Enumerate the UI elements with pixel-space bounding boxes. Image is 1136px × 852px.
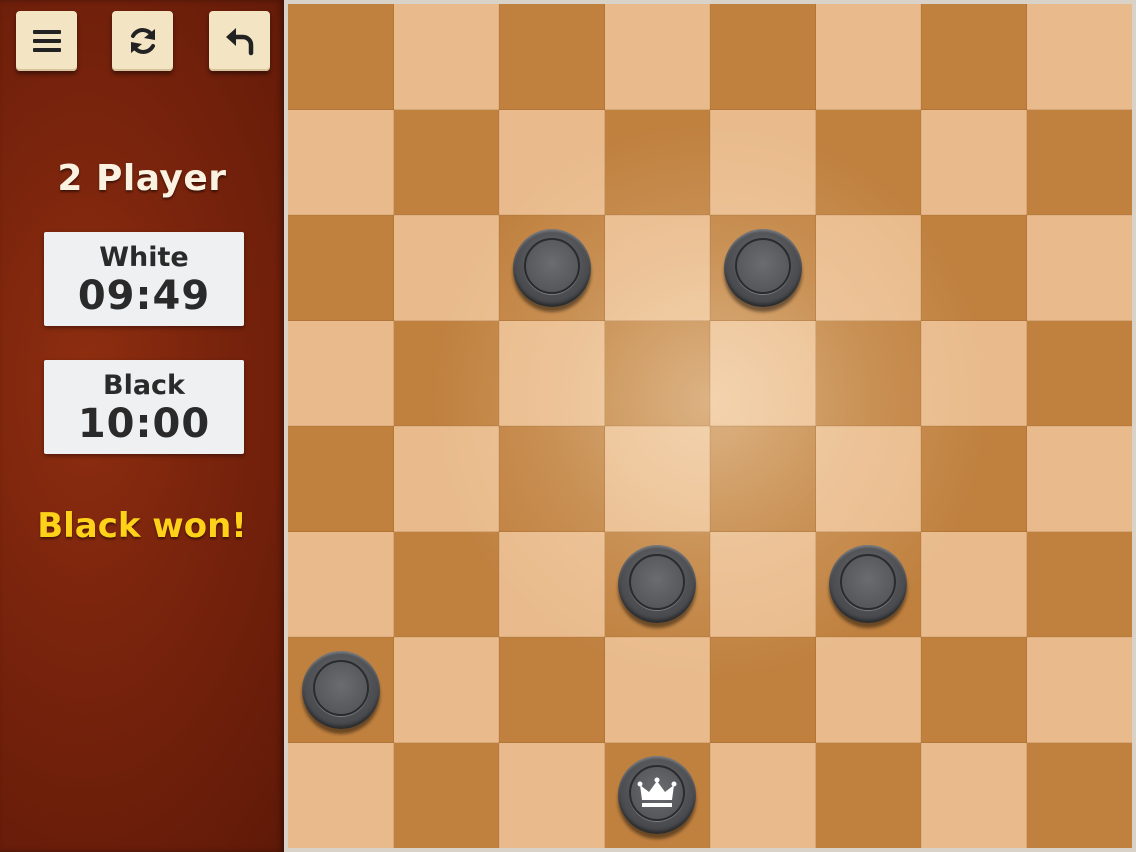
board-square[interactable] — [710, 109, 816, 215]
board-square[interactable] — [710, 4, 816, 110]
game-mode-title: 2 Player — [57, 158, 227, 199]
side-panel: 2 Player White 09:49 Black 10:00 Black w… — [0, 0, 284, 852]
board-square[interactable] — [499, 4, 605, 110]
board-square[interactable] — [1026, 109, 1132, 215]
black-clock-label: Black — [102, 370, 185, 401]
board-square[interactable] — [815, 742, 921, 848]
board-square[interactable] — [921, 109, 1027, 215]
white-clock-label: White — [99, 242, 189, 273]
board-square[interactable] — [710, 742, 816, 848]
board-square[interactable] — [604, 320, 710, 426]
board-square[interactable] — [393, 4, 499, 110]
board-square[interactable] — [288, 426, 394, 532]
board-square[interactable] — [1026, 531, 1132, 637]
crown-icon — [637, 777, 677, 808]
black-piece[interactable] — [829, 545, 908, 624]
board-square[interactable] — [499, 320, 605, 426]
board-square[interactable] — [710, 320, 816, 426]
board-square[interactable] — [710, 531, 816, 637]
board-square[interactable] — [499, 109, 605, 215]
board-square[interactable] — [1026, 426, 1132, 532]
black-piece[interactable] — [723, 228, 802, 307]
board-square[interactable] — [288, 215, 394, 321]
board-square[interactable] — [815, 637, 921, 743]
board-square[interactable] — [393, 637, 499, 743]
game-status: Black won! — [37, 506, 247, 546]
board-square[interactable] — [921, 215, 1027, 321]
undo-icon — [225, 28, 253, 56]
black-clock-time: 10:00 — [77, 401, 211, 447]
board-square[interactable] — [288, 109, 394, 215]
black-piece[interactable] — [301, 650, 380, 729]
undo-button[interactable] — [209, 11, 270, 71]
board-square[interactable] — [815, 320, 921, 426]
refresh-icon — [130, 28, 155, 54]
board-square[interactable] — [921, 531, 1027, 637]
board-square[interactable] — [815, 4, 921, 110]
board-square[interactable] — [1026, 637, 1132, 743]
board-square[interactable] — [604, 109, 710, 215]
white-clock-time: 09:49 — [77, 273, 211, 319]
board-square[interactable] — [499, 742, 605, 848]
board-square[interactable] — [921, 4, 1027, 110]
board-square[interactable] — [393, 426, 499, 532]
board-square[interactable] — [921, 742, 1027, 848]
board-square[interactable] — [815, 109, 921, 215]
board-square[interactable] — [921, 426, 1027, 532]
board-square[interactable] — [393, 531, 499, 637]
board-square[interactable] — [288, 742, 394, 848]
board-square[interactable] — [921, 637, 1027, 743]
board-square[interactable] — [288, 531, 394, 637]
board-square[interactable] — [393, 109, 499, 215]
board-square[interactable] — [604, 215, 710, 321]
board-square[interactable] — [1026, 215, 1132, 321]
board-square[interactable] — [1026, 742, 1132, 848]
board-square[interactable] — [499, 426, 605, 532]
board-square[interactable] — [710, 637, 816, 743]
board-square[interactable] — [921, 320, 1027, 426]
board-square[interactable] — [393, 215, 499, 321]
board-square[interactable] — [815, 426, 921, 532]
menu-button[interactable] — [16, 11, 77, 71]
board-square[interactable] — [1026, 320, 1132, 426]
board-square[interactable] — [288, 4, 394, 110]
board-square[interactable] — [499, 531, 605, 637]
board-square[interactable] — [393, 320, 499, 426]
board-square[interactable] — [1026, 4, 1132, 110]
board-square[interactable] — [604, 4, 710, 110]
black-piece[interactable] — [512, 228, 591, 307]
board-square[interactable] — [604, 426, 710, 532]
board-square[interactable] — [604, 637, 710, 743]
checkers-board[interactable] — [288, 4, 1132, 848]
board-square[interactable] — [393, 742, 499, 848]
board-square[interactable] — [710, 426, 816, 532]
black-clock: Black 10:00 — [44, 360, 244, 454]
black-king-piece[interactable] — [618, 756, 697, 835]
black-piece[interactable] — [618, 545, 697, 624]
menu-icon — [32, 30, 61, 52]
restart-button[interactable] — [112, 11, 173, 71]
board-square[interactable] — [499, 637, 605, 743]
board-square[interactable] — [288, 320, 394, 426]
white-clock: White 09:49 — [44, 232, 244, 326]
board-square[interactable] — [815, 215, 921, 321]
